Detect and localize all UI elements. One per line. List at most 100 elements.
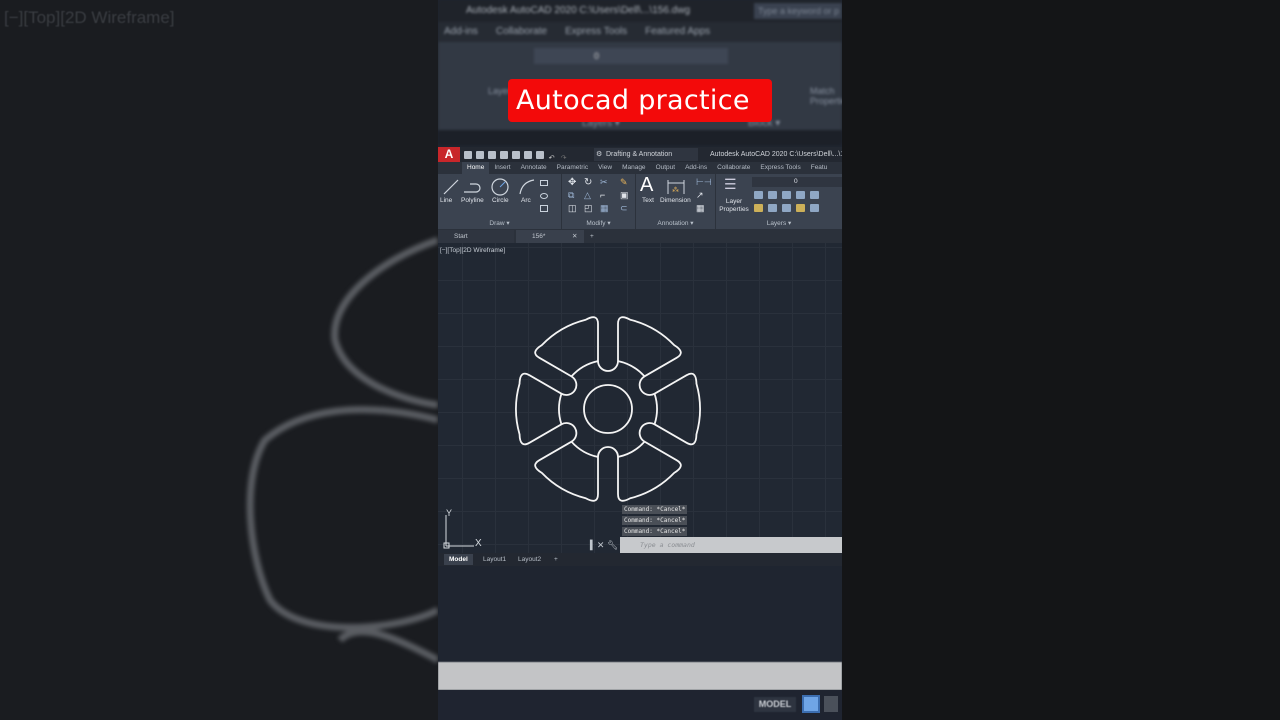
line-button[interactable]: Line: [440, 197, 452, 204]
tab-layout1[interactable]: Layout1: [478, 554, 511, 565]
blurred-command-bar: [438, 662, 842, 690]
explode-icon[interactable]: ▣: [620, 190, 629, 201]
text-icon[interactable]: A: [640, 174, 653, 197]
application-menu-button[interactable]: A: [438, 147, 460, 162]
tab-collaborate[interactable]: Collaborate: [712, 162, 755, 174]
tab-add-ins[interactable]: Add-ins: [680, 162, 712, 174]
hatch-icon[interactable]: [540, 205, 548, 212]
modify-panel-label[interactable]: Modify ▾: [562, 219, 635, 227]
tab-express-tools[interactable]: Express Tools: [755, 162, 805, 174]
blurred-background-right: [842, 0, 1280, 720]
outer-profile: [515, 316, 701, 502]
quick-access-toolbar: A ↶ ↷ Drafting & Annotation Autodesk Auto…: [438, 147, 842, 162]
fillet-icon[interactable]: ⌐: [600, 190, 605, 200]
mirror-icon[interactable]: △: [584, 190, 591, 201]
tab-view[interactable]: View: [593, 162, 617, 174]
tab-manage[interactable]: Manage: [617, 162, 651, 174]
grid-toggle-icon[interactable]: [802, 695, 820, 713]
add-layout-button[interactable]: +: [549, 554, 563, 565]
layer-tool-icon[interactable]: [782, 191, 791, 199]
close-icon[interactable]: ✕: [597, 540, 605, 550]
layer-tool-icon[interactable]: [810, 191, 819, 199]
workspace-dropdown[interactable]: Drafting & Annotation: [594, 148, 698, 161]
blurred-search: Type a keyword or p: [754, 3, 842, 19]
new-tab-button[interactable]: +: [588, 230, 594, 243]
command-input[interactable]: Type a command: [620, 537, 842, 553]
save-icon[interactable]: [488, 151, 496, 159]
draw-panel-label[interactable]: Draw ▾: [438, 219, 561, 227]
layer-tool-icon[interactable]: [810, 204, 819, 212]
rectangle-icon[interactable]: [540, 180, 548, 186]
dimension-icon[interactable]: ⁂: [666, 178, 686, 196]
circle-icon[interactable]: [490, 177, 510, 197]
line-icon[interactable]: [442, 178, 460, 196]
open-icon[interactable]: [476, 151, 484, 159]
command-history-line: Command: *Cancel*: [622, 505, 688, 514]
snap-toggle-icon[interactable]: [824, 696, 838, 712]
grip-handle[interactable]: ▍: [590, 540, 597, 550]
tab-parametric[interactable]: Parametric: [552, 162, 593, 174]
plot-icon[interactable]: [536, 151, 544, 159]
model-space-button[interactable]: MODEL: [754, 697, 796, 712]
move-icon[interactable]: ✥: [568, 177, 576, 188]
erase-icon[interactable]: ✎: [620, 177, 628, 188]
circle-button[interactable]: Circle: [492, 197, 509, 204]
blurred-tab: Collaborate: [495, 26, 548, 37]
customize-wrench-icon[interactable]: 🔧︎: [607, 540, 618, 550]
stretch-icon[interactable]: ◫: [568, 203, 577, 214]
tab-featured[interactable]: Featu: [806, 162, 833, 174]
tab-output[interactable]: Output: [651, 162, 681, 174]
offset-icon[interactable]: ⊂: [620, 203, 628, 214]
autocad-window: Autodesk AutoCAD 2020 C:\Users\Dell\...\…: [438, 0, 842, 720]
table-icon[interactable]: ▦: [696, 203, 705, 214]
ring-arcs: [558, 360, 658, 458]
arc-button[interactable]: Arc: [521, 197, 531, 204]
layer-tool-icon[interactable]: [754, 191, 763, 199]
new-icon[interactable]: [464, 151, 472, 159]
linear-icon[interactable]: ⊢⊣: [696, 177, 712, 188]
modify-panel: ✥ ↻ ✂ ✎ ⧉ △ ⌐ ▣ ◫ ◰ ▦ ⊂ Modify ▾: [562, 174, 636, 229]
layers-panel: ☰ Layer Properties 0 Layers ▾: [716, 174, 842, 229]
layer-properties-icon[interactable]: ☰: [724, 176, 737, 193]
ucs-icon: [443, 515, 474, 549]
layer-tool-icon[interactable]: [796, 191, 805, 199]
tab-layout2[interactable]: Layout2: [513, 554, 546, 565]
layer-tool-icon[interactable]: [782, 204, 791, 212]
layer-tool-icon[interactable]: [768, 204, 777, 212]
scale-icon[interactable]: ◰: [584, 203, 593, 214]
tab-model[interactable]: Model: [444, 554, 473, 565]
draw-panel: Line Polyline Circle Arc Draw ▾: [438, 174, 562, 229]
redo-icon[interactable]: ↷: [560, 151, 568, 162]
layer-tool-icon[interactable]: [754, 204, 763, 212]
text-button[interactable]: Text: [642, 197, 654, 204]
polyline-button[interactable]: Polyline: [461, 197, 484, 204]
share-icon[interactable]: [524, 151, 532, 159]
leader-icon[interactable]: ↗: [696, 190, 704, 201]
layer-dropdown[interactable]: 0: [752, 177, 842, 187]
ellipse-icon[interactable]: [540, 193, 548, 199]
polyline-icon[interactable]: [462, 178, 484, 196]
file-tab-start[interactable]: Start: [438, 230, 514, 243]
tab-annotate[interactable]: Annotate: [516, 162, 552, 174]
window-title: Autodesk AutoCAD 2020 C:\Users\Dell\...\…: [710, 151, 842, 158]
tab-insert[interactable]: Insert: [489, 162, 515, 174]
arc-icon[interactable]: [518, 178, 536, 196]
layers-panel-label[interactable]: Layers ▾: [716, 219, 842, 227]
command-history-line: Command: *Cancel*: [622, 516, 688, 525]
rotate-icon[interactable]: ↻: [584, 177, 592, 188]
copy-icon[interactable]: ⧉: [568, 190, 574, 201]
dimension-button[interactable]: Dimension: [660, 197, 691, 204]
tab-home[interactable]: Home: [462, 162, 490, 174]
array-icon[interactable]: ▦: [600, 203, 609, 214]
layer-tool-icon[interactable]: [768, 191, 777, 199]
layer-properties-button[interactable]: Layer Properties: [718, 198, 750, 214]
layer-tool-icon[interactable]: [796, 204, 805, 212]
save-as-icon[interactable]: [500, 151, 508, 159]
trim-icon[interactable]: ✂: [600, 177, 608, 188]
close-tab-icon[interactable]: ✕: [570, 230, 577, 243]
web-icon[interactable]: [512, 151, 520, 159]
status-bar: MODEL: [438, 690, 842, 720]
annotation-panel-label[interactable]: Annotation ▾: [636, 219, 715, 227]
undo-icon[interactable]: ↶: [548, 151, 556, 162]
ucs-x-label: X: [475, 538, 482, 549]
